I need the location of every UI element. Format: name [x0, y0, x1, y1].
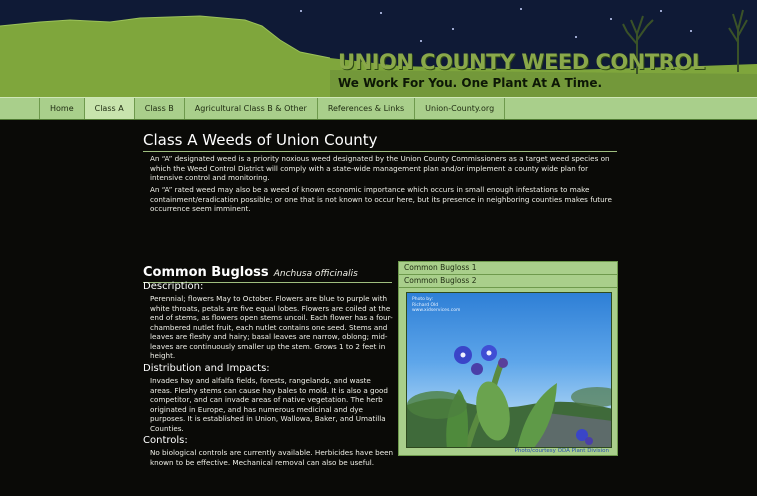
controls-text: No biological controls are currently ava…	[150, 448, 394, 467]
gallery-tab[interactable]: Common Bugloss 1	[399, 262, 617, 275]
bugloss-photo-graphic	[407, 345, 611, 447]
site-title: UNION COUNTY WEED CONTROL	[338, 50, 705, 74]
site-banner: UNION COUNTY WEED CONTROL We Work For Yo…	[0, 0, 757, 97]
nav-item-class-b[interactable]: Class B	[133, 98, 184, 119]
description-heading: Description:	[143, 281, 204, 292]
distribution-text: Invades hay and alfalfa fields, forests,…	[150, 376, 388, 433]
distribution-heading: Distribution and Impacts:	[143, 363, 270, 374]
description-text: Perennial; flowers May to October. Flowe…	[150, 294, 393, 360]
photo-gallery: Common Bugloss 1 Common Bugloss 2 Photo …	[398, 261, 618, 456]
site-tagline: We Work For You. One Plant At A Time.	[338, 76, 603, 90]
intro-paragraph: An “A” designated weed is a priority nox…	[150, 154, 610, 182]
controls-heading: Controls:	[143, 435, 188, 446]
gallery-tab[interactable]: Common Bugloss 2	[399, 275, 617, 288]
nav-item-references[interactable]: References & Links	[316, 98, 414, 119]
photo-credit: Photo by: Richard Old www.xidservices.co…	[412, 297, 461, 313]
weed-scientific-name: Anchusa officinalis	[273, 269, 358, 279]
intro-paragraph: An “A” rated weed may also be a weed of …	[150, 185, 612, 213]
main-nav: Home Class A Class B Agricultural Class …	[0, 97, 757, 120]
nav-item-agricultural[interactable]: Agricultural Class B & Other	[183, 98, 317, 119]
nav-item-union-county[interactable]: Union-County.org	[414, 98, 506, 119]
nav-item-class-a[interactable]: Class A	[83, 98, 134, 119]
weed-common-name: Common Bugloss	[143, 265, 269, 280]
nav-item-home[interactable]: Home	[39, 98, 84, 119]
tree-silhouette-icon	[728, 9, 748, 72]
weed-photo: Photo by: Richard Old www.xidservices.co…	[406, 292, 612, 448]
page-title: Class A Weeds of Union County	[143, 131, 617, 152]
weed-heading: Common Bugloss Anchusa officinalis	[143, 261, 392, 283]
photo-caption-link[interactable]: Photo/courtesy ODA Plant Division	[399, 448, 619, 454]
